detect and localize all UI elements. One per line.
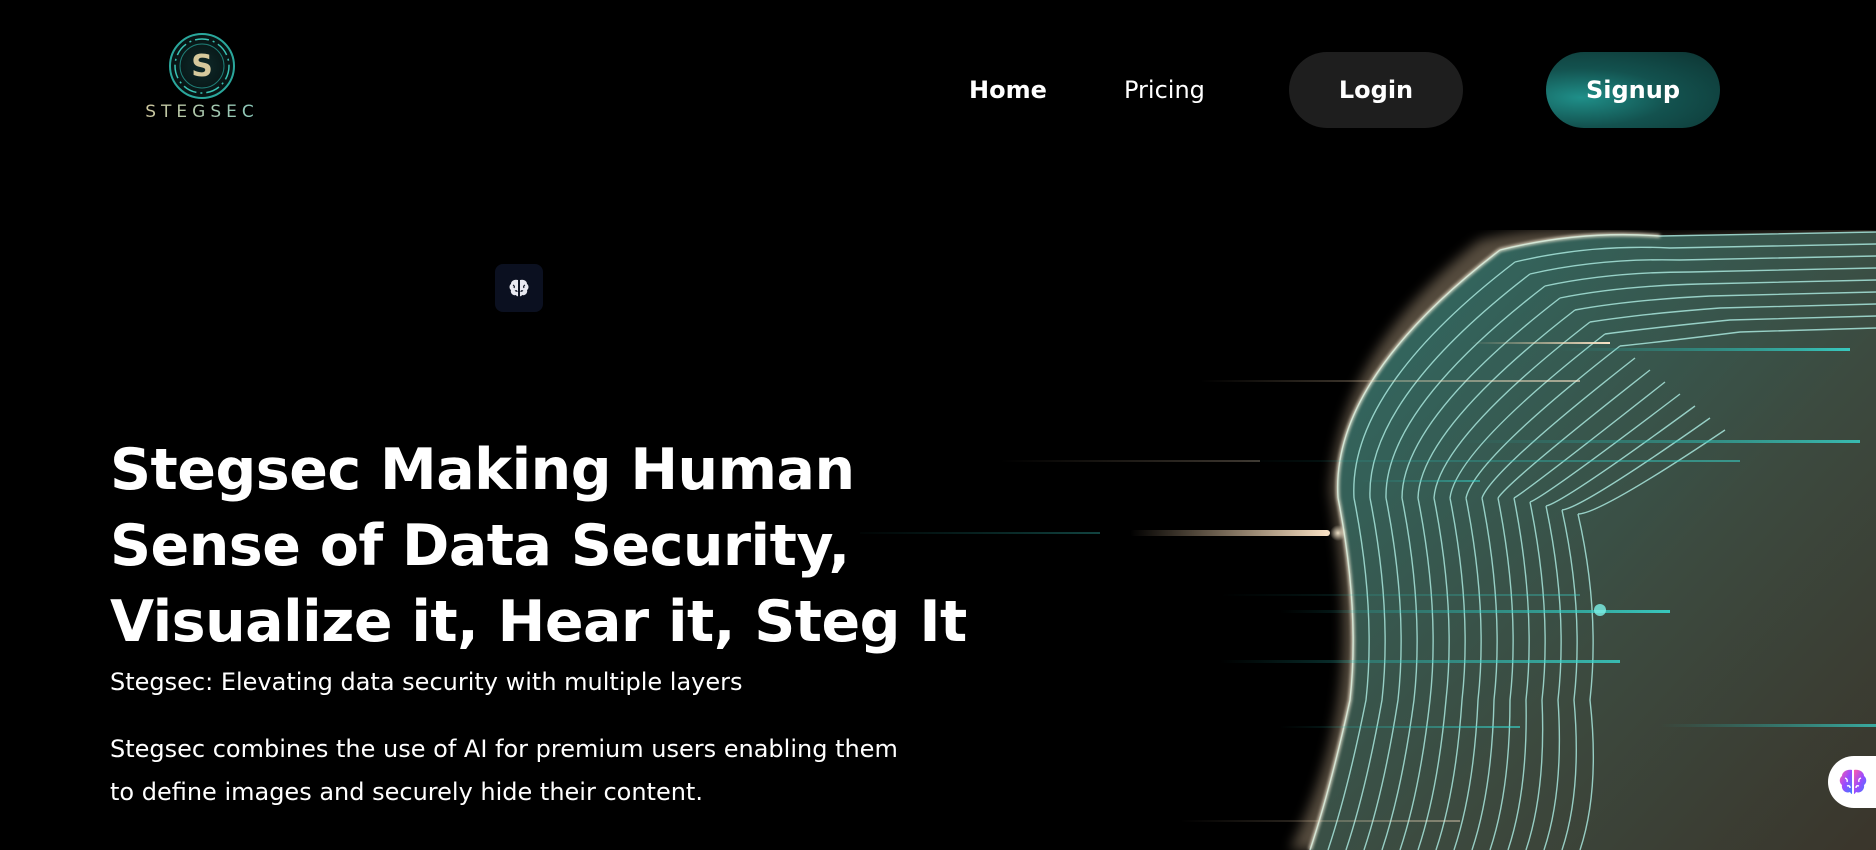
hero-description: Stegsec combines the use of AI for premi… xyxy=(110,728,910,814)
wireframe-head-illustration xyxy=(860,230,1876,850)
nav-pricing-link[interactable]: Pricing xyxy=(1124,72,1205,108)
login-button[interactable]: Login xyxy=(1289,52,1463,128)
hero-title-line: Sense of Data Security, xyxy=(110,513,850,579)
signup-button[interactable]: Signup xyxy=(1546,52,1720,128)
logo-letter: S xyxy=(191,49,213,84)
hero-title-line: Stegsec Making Human xyxy=(110,437,855,503)
stegsec-logo[interactable]: S STEGSEC xyxy=(128,32,276,128)
nav-home-link[interactable]: Home xyxy=(969,72,1047,108)
hero-title-line: Visualize it, Hear it, Steg It xyxy=(110,589,967,655)
colorful-brain-icon xyxy=(1839,769,1867,794)
brain-icon xyxy=(509,279,529,297)
hero-description-line: to define images and securely hide their… xyxy=(110,778,703,806)
hero-subtitle: Stegsec: Elevating data security with mu… xyxy=(110,668,743,696)
hero-description-line: Stegsec combines the use of AI for premi… xyxy=(110,735,898,763)
logo-emblem-icon: S xyxy=(169,33,235,99)
floating-ai-widget[interactable] xyxy=(1828,756,1876,808)
brain-badge xyxy=(495,264,543,312)
landing-page: S STEGSEC Home Pricing Login Signup Steg… xyxy=(0,0,1876,850)
hero-title: Stegsec Making Human Sense of Data Secur… xyxy=(110,432,967,660)
logo-wordmark: STEGSEC xyxy=(128,102,276,122)
